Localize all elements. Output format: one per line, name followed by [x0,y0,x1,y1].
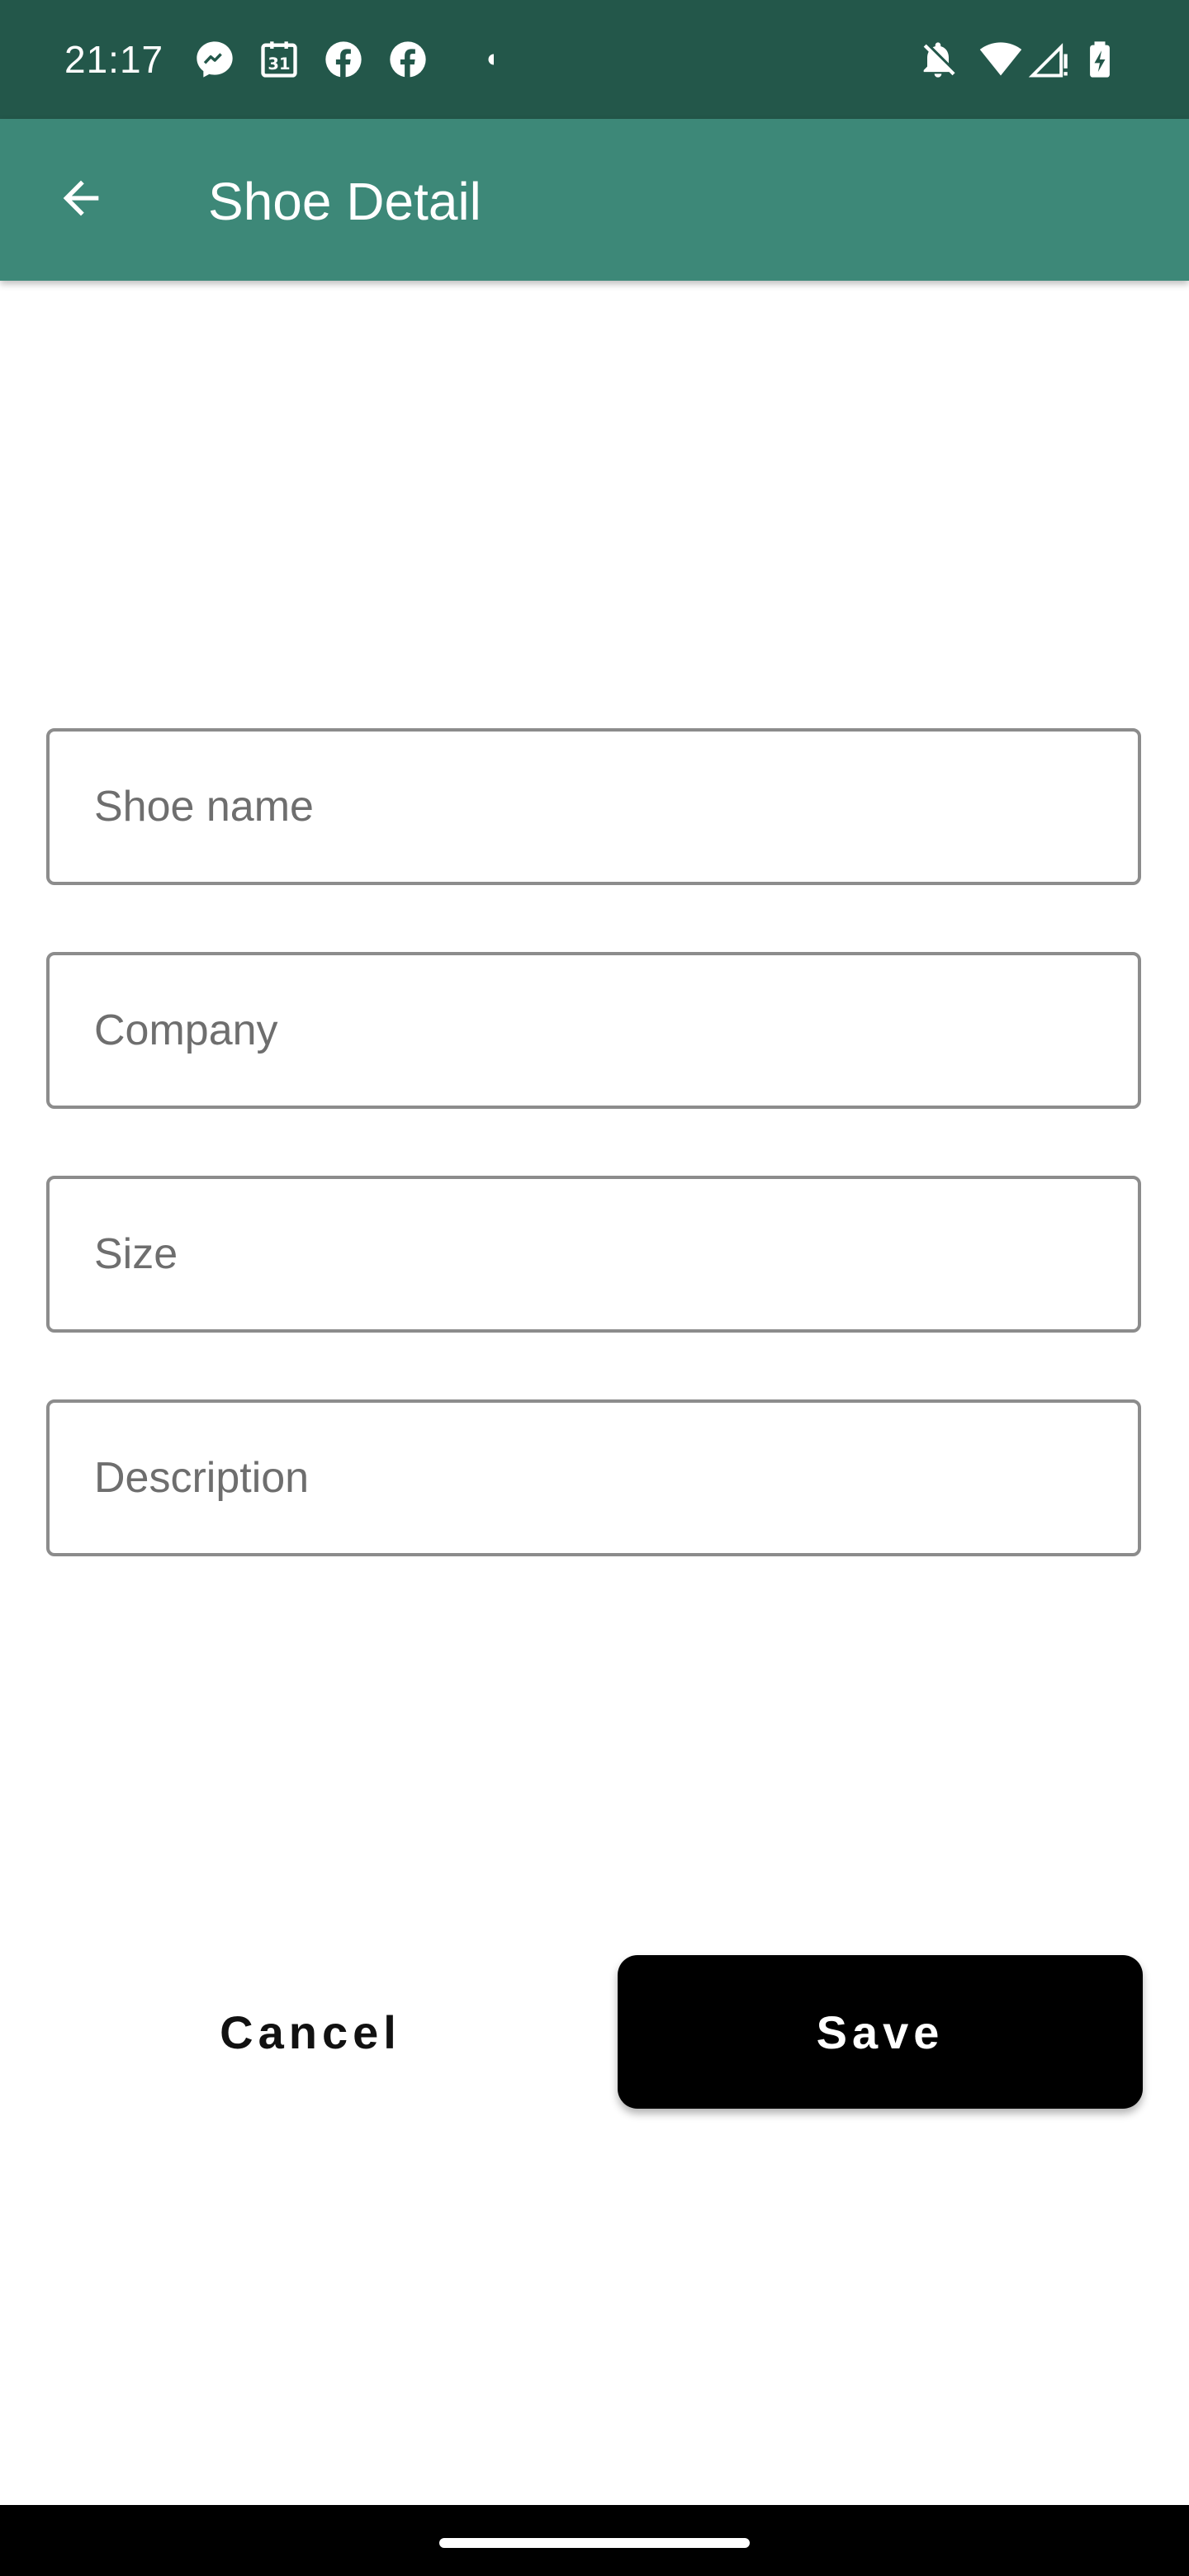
wifi-icon [979,38,1022,81]
size-field[interactable] [46,1176,1141,1333]
facebook-icon [386,38,429,81]
company-field[interactable] [46,952,1141,1109]
calendar-day: 31 [268,54,290,73]
app-bar: Shoe Detail [0,119,1189,281]
bell-off-icon [917,38,959,81]
messenger-icon [193,38,236,81]
company-input[interactable] [50,955,1138,1106]
home-gesture-handle[interactable] [439,2538,750,2548]
battery-icon [1078,38,1121,81]
calendar-icon: 31 [258,38,301,81]
cancel-button[interactable]: Cancel [46,1955,575,2109]
status-bar: 21:17 31 [0,0,1189,119]
facebook-icon [322,38,365,81]
shoe-name-input[interactable] [50,732,1138,882]
arrow-back-icon [63,180,99,216]
save-button[interactable]: Save [618,1955,1143,2109]
signal-icon [1027,38,1070,81]
page-title: Shoe Detail [208,172,481,231]
dot-icon [451,38,494,81]
description-input[interactable] [50,1403,1138,1553]
shoe-name-field[interactable] [46,728,1141,885]
navigation-bar [0,2505,1189,2576]
description-field[interactable] [46,1399,1141,1556]
status-time: 21:17 [64,38,164,81]
size-input[interactable] [50,1179,1138,1329]
back-button[interactable] [40,157,122,239]
